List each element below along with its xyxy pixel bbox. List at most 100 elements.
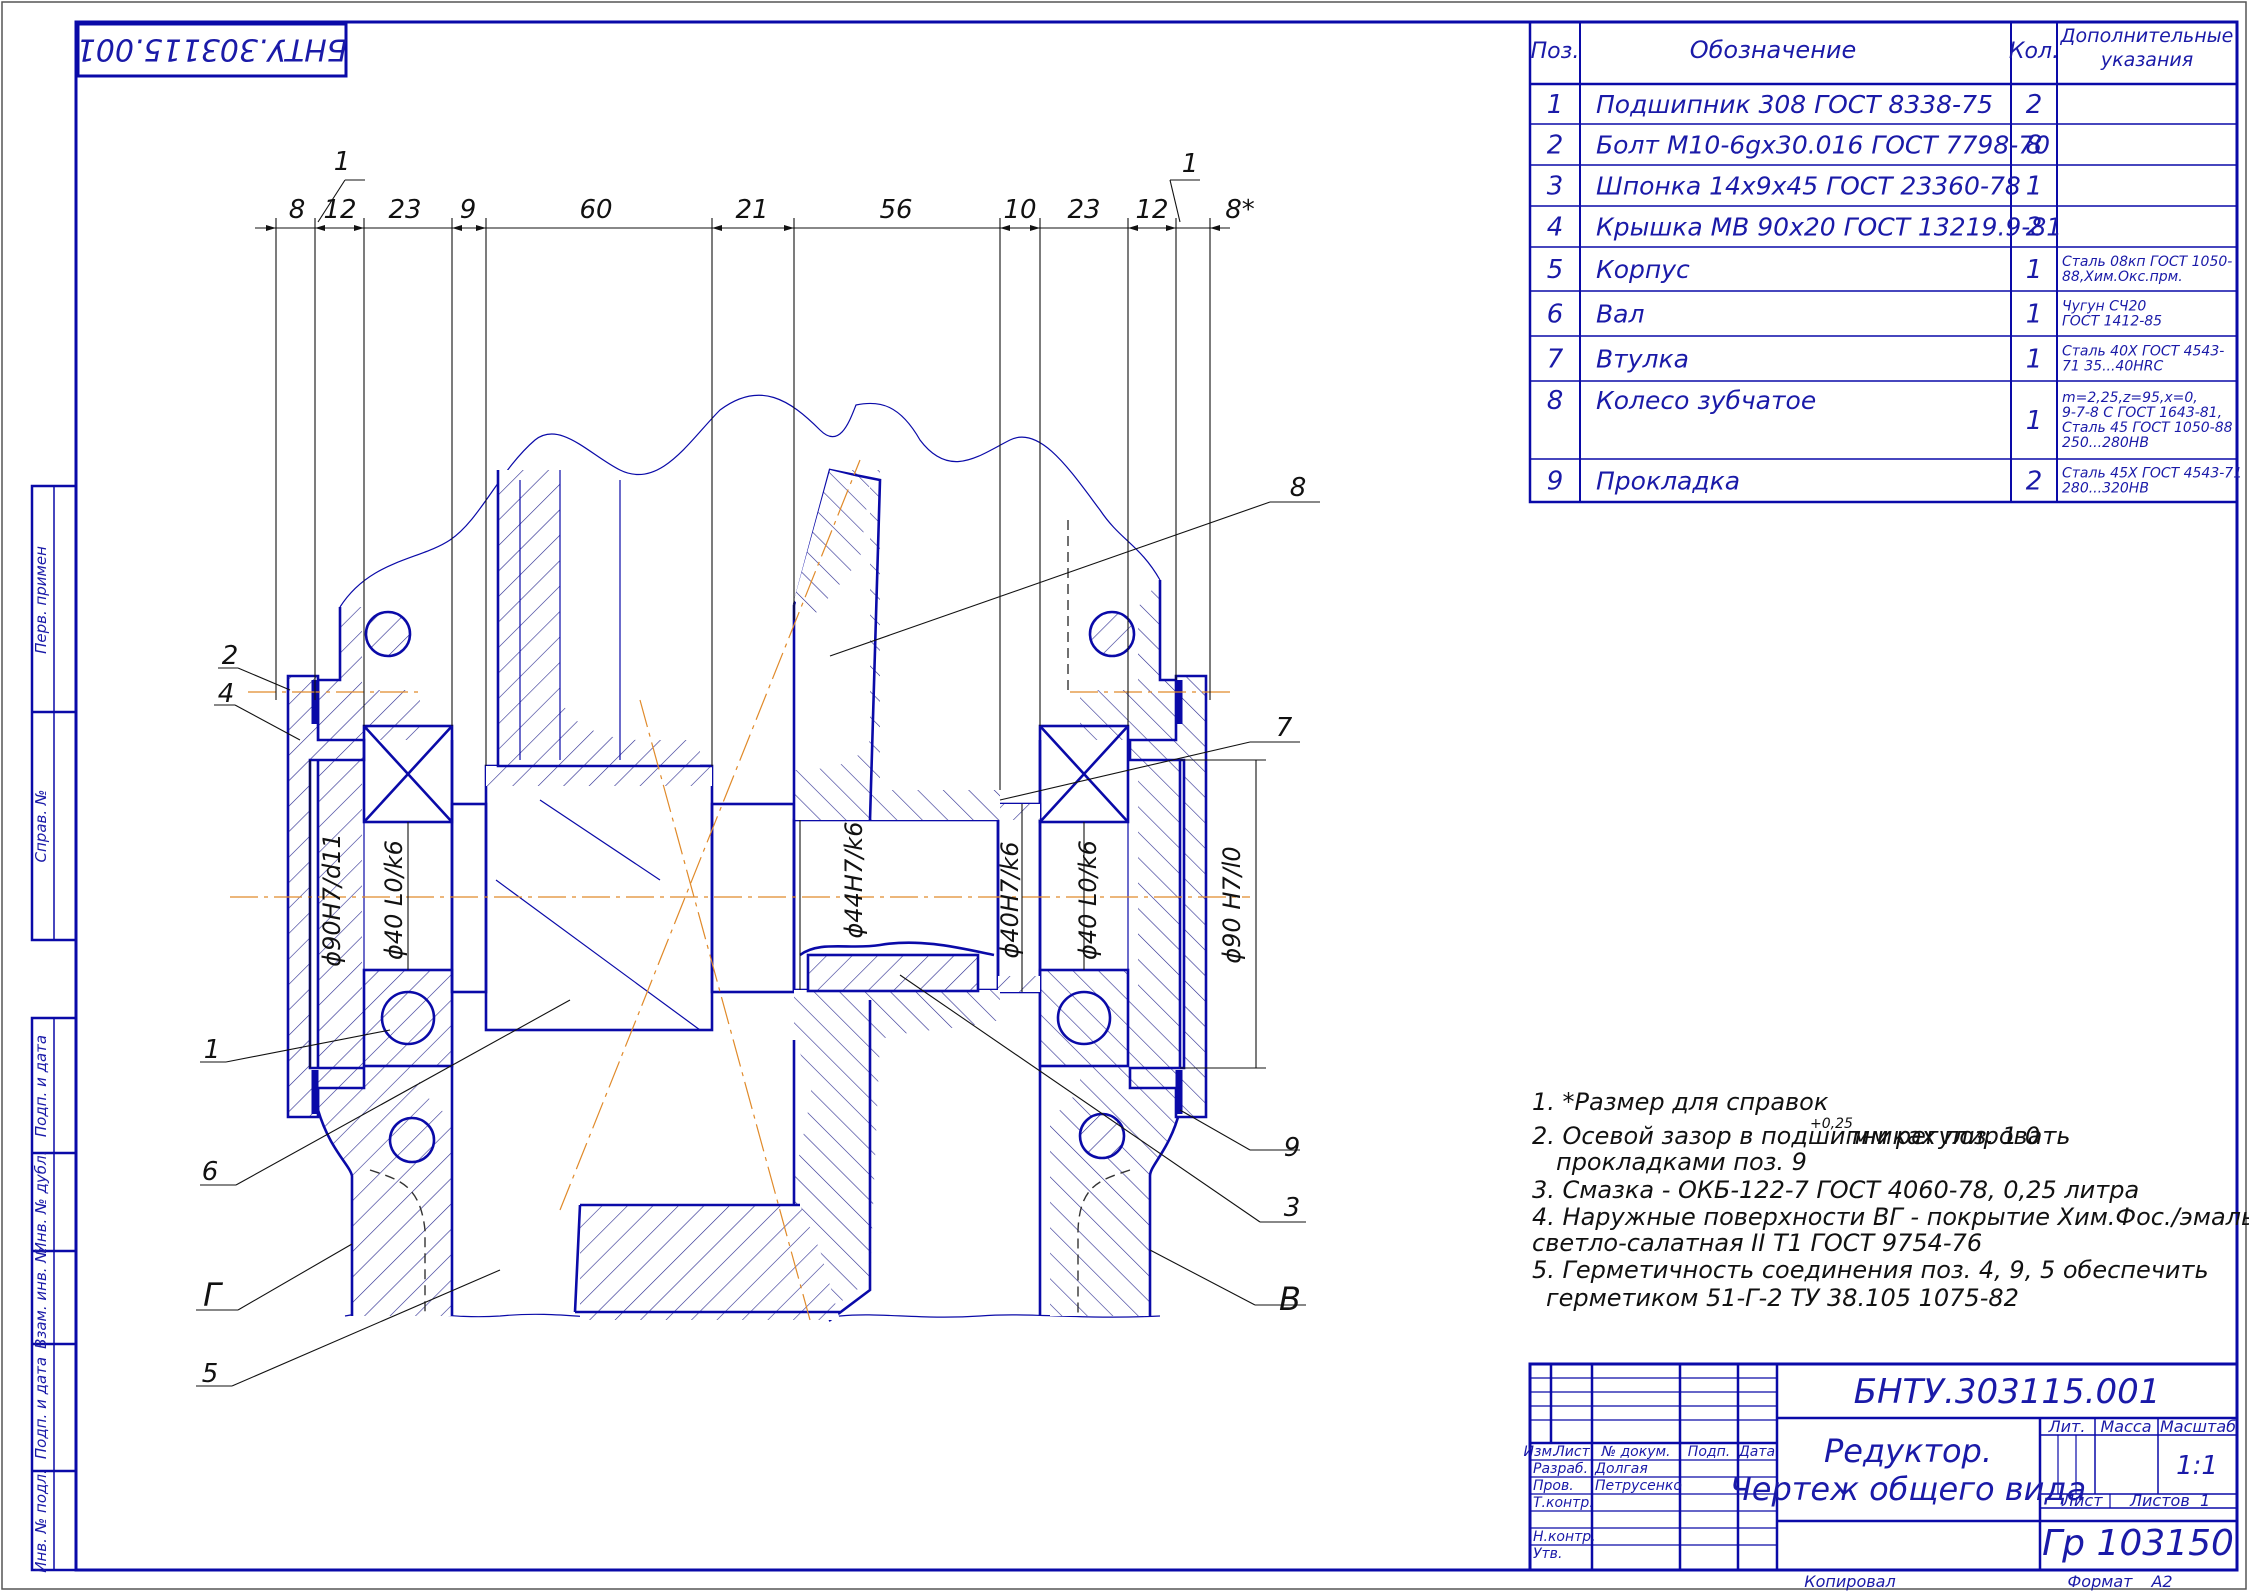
top-stamp: БНТУ.303115.001 — [76, 22, 348, 78]
spec-row-name: Крышка МВ 90х20 ГОСТ 13219.9-81 — [1596, 213, 2062, 242]
tb-col-podp: Подп. — [1688, 1444, 1730, 1460]
dim-12-right: 12 — [1135, 195, 1168, 225]
gear-right-web — [794, 990, 1000, 1310]
side-label-podp2: Подп. и дата — [32, 1357, 50, 1459]
spec-row-name: Втулка — [1596, 345, 1689, 374]
spec-row-qty: 1 — [2026, 406, 2043, 436]
spec-row-note-line: Сталь 40Х ГОСТ 4543- — [2062, 344, 2224, 360]
dim-21: 21 — [735, 195, 768, 225]
spec-row-pos: 7 — [1547, 345, 1564, 375]
housing-break-line-top — [339, 394, 1161, 608]
callout-9: 9 — [1284, 1133, 1301, 1163]
dim-10: 10 — [1003, 195, 1036, 225]
side-label-inv-podl: Инв. № подл. — [32, 1469, 50, 1572]
spec-row-note-line: 9-7-8 С ГОСТ 1643-81, — [2062, 405, 2222, 421]
spec-row-note-line: Сталь 45 ГОСТ 1050-88 — [2062, 420, 2233, 436]
drawing-sheet: БНТУ.303115.001 Перв. примен Справ. № По… — [1, 1, 2249, 1591]
callout-G: Г — [203, 1276, 223, 1314]
spec-row-note-line: Сталь 08кп ГОСТ 1050- — [2062, 254, 2232, 270]
note-4a: 4. Наружные поверхности ВГ - покрытие Хи… — [1532, 1203, 2249, 1231]
note-2b: мм регулировать — [1852, 1122, 2070, 1150]
spec-row-note-line: 280...320НВ — [2062, 481, 2149, 497]
tb-mass-label: Масса — [2100, 1417, 2151, 1436]
spec-header-name: Обозначение — [1690, 36, 1857, 64]
tb-scale-value: 1:1 — [2176, 1451, 2218, 1481]
dia-44-h7-k6: ϕ44Н7/k6 — [840, 822, 868, 939]
spec-row-note-line: Чугун СЧ20 — [2062, 299, 2146, 315]
tb-designation: БНТУ.303115.001 — [1854, 1372, 2161, 1412]
tb-sheets-value: 1 — [2200, 1491, 2210, 1510]
tb-name-prov: Петрусенко — [1595, 1478, 1682, 1494]
dia-40-l0-k6-left: ϕ40 L0/k6 — [380, 840, 408, 960]
side-label-vzam: Взам. инв. № — [32, 1247, 50, 1349]
note-4b: светло-салатная II Т1 ГОСТ 9754-76 — [1532, 1229, 1982, 1257]
dim-23-right: 23 — [1067, 195, 1100, 225]
spec-row-name: Шпонка 14х9х45 ГОСТ 23360-78 — [1596, 172, 2021, 201]
side-column: Перв. примен Справ. № Подп. и дата Инв. … — [30, 484, 78, 1573]
spec-header-note-box: Дополнительные указания — [2060, 25, 2234, 71]
side-label-podp1: Подп. и дата — [32, 1035, 50, 1137]
spec-row-pos: 8 — [1547, 386, 1564, 416]
spec-header-qty: Кол. — [2009, 39, 2059, 64]
gear-left-web — [498, 470, 700, 766]
tb-title-2: Чертеж общего вида — [1730, 1470, 2086, 1508]
spec-row-pos: 6 — [1547, 300, 1564, 330]
callout-1-top-right: 1 — [1182, 149, 1199, 179]
spec-row-pos: 5 — [1547, 255, 1564, 285]
tb-role-razrab: Разраб. — [1533, 1461, 1588, 1477]
callout-4: 4 — [218, 679, 235, 709]
spec-row-note-line: ГОСТ 1412-85 — [2062, 314, 2162, 330]
tb-format-label: Формат — [2068, 1572, 2134, 1591]
gear-tooth-bottom — [580, 1205, 840, 1320]
spec-row-note-line: 88,Хим.Окс.прм. — [2062, 269, 2183, 285]
side-label-sprav: Справ. № — [32, 790, 50, 863]
dim-12-left: 12 — [323, 195, 356, 225]
spec-row-note-line: 250...280НВ — [2062, 435, 2149, 451]
note-5b: герметиком 51-Г-2 ТУ 38.105 1075-82 — [1546, 1284, 2019, 1312]
note-2-tolerance: +0,25 — [1810, 1116, 1853, 1132]
callout-8: 8 — [1290, 473, 1307, 503]
diameter-labels: ϕ90Н7/d11 ϕ40 L0/k6 ϕ44Н7/k6 ϕ40Н7/k6 ϕ4… — [318, 822, 1246, 967]
tb-sheets-label: Листов — [2129, 1491, 2190, 1510]
dim-8-star: 8* — [1225, 195, 1255, 225]
note-3: 3. Смазка - ОКБ-122-7 ГОСТ 4060-78, 0,25… — [1532, 1176, 2139, 1204]
reducer-assembly-view: 8 12 23 9 60 21 56 10 23 12 8* ϕ90Н7/d11… — [196, 147, 1320, 1389]
spec-header-note: Дополнительные указания — [2060, 25, 2234, 71]
spec-row-qty: 2 — [2026, 467, 2043, 497]
tb-sheet-label: Лист — [2061, 1491, 2103, 1510]
dim-8-left: 8 — [289, 195, 306, 225]
note-1: 1. *Размер для справок — [1532, 1088, 1829, 1116]
technical-notes: 1. *Размер для справок 2. Осевой зазор в… — [1532, 1088, 2249, 1312]
gear-tooth-top — [794, 470, 870, 620]
spec-row-qty: 1 — [2026, 300, 2043, 330]
gear-wheel — [496, 468, 1000, 1322]
dim-56: 56 — [879, 195, 912, 225]
side-label-perv: Перв. примен — [32, 546, 50, 654]
callout-3: 3 — [1284, 1193, 1301, 1223]
spec-row-qty: 1 — [2026, 255, 2043, 285]
spec-row-name: Колесо зубчатое — [1596, 386, 1816, 415]
spec-row-qty: 2 — [2026, 213, 2043, 243]
top-stamp-text: БНТУ.303115.001 — [77, 32, 348, 67]
callout-1-left: 1 — [204, 1035, 221, 1065]
callout-6: 6 — [202, 1157, 219, 1187]
tb-col-data: Дата — [1738, 1444, 1775, 1460]
right-housing-section — [1050, 580, 1180, 1316]
spec-row-name: Подшипник 308 ГОСТ 8338-75 — [1596, 90, 1993, 119]
dia-90-h7-l0: ϕ90 Н7/l0 — [1218, 846, 1246, 963]
dimension-labels: 8 12 23 9 60 21 56 10 23 12 8* — [289, 195, 1255, 225]
callout-7: 7 — [1276, 713, 1293, 743]
spec-row-pos: 3 — [1547, 172, 1564, 202]
tb-format-value: А2 — [2150, 1572, 2172, 1591]
dia-40-l0-k6-right: ϕ40 L0/k6 — [1074, 840, 1102, 960]
note-5a: 5. Герметичность соединения поз. 4, 9, 5… — [1532, 1256, 2209, 1284]
spec-row-qty: 8 — [2026, 131, 2043, 161]
dia-90-h7-d11: ϕ90Н7/d11 — [318, 833, 346, 967]
callout-1-top-left: 1 — [334, 147, 351, 177]
tb-lit-label: Лит. — [2048, 1417, 2086, 1436]
spec-row-name: Болт М10-6gx30.016 ГОСТ 7798-70 — [1596, 131, 2050, 160]
spec-header-pos: Поз. — [1531, 39, 1580, 64]
dia-40-h7-k6: ϕ40Н7/k6 — [996, 842, 1024, 959]
tb-title-1: Редуктор. — [1824, 1432, 1992, 1470]
dim-23-left: 23 — [388, 195, 421, 225]
